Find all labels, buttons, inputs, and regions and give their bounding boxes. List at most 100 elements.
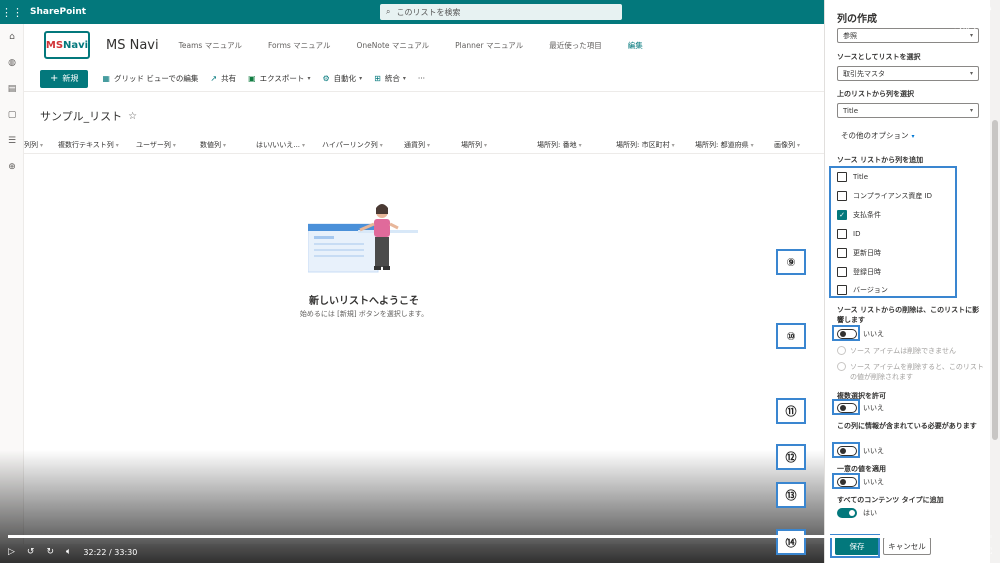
logo-ms: MS: [45, 39, 64, 51]
callout-11: ⑪: [776, 398, 806, 424]
nav-item[interactable]: OneNote マニュアル: [356, 40, 429, 51]
site-logo[interactable]: MS Navi: [44, 31, 90, 59]
captions-icon[interactable]: ▭: [933, 547, 942, 557]
command-bar: + 新規 ▦ グリッド ビューでの編集 ↗ 共有 ▣ エクスポート ▾ ⚙ 自動化 ▾ ⊞ 統…: [24, 66, 824, 92]
highlight-checkbox-group: [829, 166, 957, 298]
export-button[interactable]: ▣ エクスポート ▾: [248, 73, 310, 84]
column-header[interactable]: ユーザー列 ▾: [136, 140, 200, 150]
callout-10: ⑩: [776, 323, 806, 349]
source-column-select[interactable]: Title ▾: [837, 103, 979, 118]
highlight-delete-toggle: [832, 325, 860, 341]
nav-item[interactable]: Planner マニュアル: [455, 40, 523, 51]
callout-13: ⑬: [776, 482, 806, 508]
callout-9: ⑨: [776, 249, 806, 275]
empty-list-illustration: [308, 204, 418, 273]
lists-icon[interactable]: ☰: [0, 128, 24, 154]
highlight-unique-toggle: [832, 473, 860, 489]
chevron-down-icon: ▾: [969, 70, 973, 77]
nav-item[interactable]: Teams マニュアル: [179, 40, 242, 51]
column-header[interactable]: はい/いいえ... ▾: [256, 140, 322, 150]
app-launcher-icon[interactable]: ⋮⋮: [0, 0, 24, 24]
column-header[interactable]: 列列 ▾: [24, 140, 58, 150]
files-icon[interactable]: ▢: [0, 102, 24, 128]
play-icon[interactable]: ▷: [8, 547, 15, 557]
panel-title: 列の作成: [837, 14, 877, 25]
nav-item[interactable]: Forms マニュアル: [268, 40, 330, 51]
panel-scrollbar[interactable]: [990, 0, 1000, 563]
pip-icon[interactable]: ⧉: [969, 547, 975, 557]
video-progress-fill: [8, 535, 959, 538]
more-button[interactable]: ···: [418, 74, 425, 83]
column-header[interactable]: 画像列 ▾: [774, 140, 820, 150]
chevron-down-icon: ▾: [969, 32, 973, 39]
grid-edit-label: グリッド ビューでの編集: [113, 74, 199, 83]
nav-edit-link[interactable]: 編集: [628, 40, 643, 51]
video-progress-bar[interactable]: [8, 532, 992, 540]
toggle-state-label: いいえ: [863, 478, 884, 486]
forward-icon[interactable]: ↻: [46, 547, 54, 557]
list-title-text[interactable]: サンプル_リスト: [40, 108, 122, 124]
radio-label: ソース アイテムは削除できません: [850, 347, 956, 355]
integrate-label: 統合: [384, 74, 400, 83]
nav-item[interactable]: 最近使った項目: [549, 40, 602, 51]
list-title: サンプル_リスト ☆: [40, 108, 137, 124]
integrate-button[interactable]: ⊞ 統合 ▾: [374, 73, 406, 84]
automate-label: 自動化: [333, 74, 357, 83]
search-icon: ⌕: [386, 7, 391, 16]
column-header[interactable]: 複数行テキスト列 ▾: [58, 140, 136, 150]
fullscreen-icon[interactable]: ⛶: [986, 547, 992, 557]
home-icon[interactable]: ⌂: [0, 24, 24, 50]
search-input[interactable]: ⌕ このリストを検索: [380, 4, 622, 20]
share-label: 共有: [221, 74, 237, 83]
share-icon: ↗: [210, 74, 218, 83]
news-icon[interactable]: ▤: [0, 76, 24, 102]
new-button[interactable]: + 新規: [40, 69, 89, 88]
column-header[interactable]: 場所列: 番地 ▾: [537, 140, 616, 150]
column-header[interactable]: 数値列 ▾: [200, 140, 256, 150]
toggle-state-label: いいえ: [863, 404, 884, 412]
radio-label: ソース アイテムを削除すると、このリストの値が削除されます: [850, 363, 984, 381]
source-column-value: Title: [843, 106, 859, 115]
scrollbar-thumb[interactable]: [992, 120, 998, 440]
site-title[interactable]: MS Navi: [106, 38, 159, 53]
column-header[interactable]: 場所列 ▾: [461, 140, 537, 150]
chevron-down-icon: ▾: [359, 75, 363, 82]
logo-navi: Navi: [63, 39, 89, 51]
column-header[interactable]: 場所列: 市区町村 ▾: [616, 140, 695, 150]
gear-icon[interactable]: ⚙: [951, 547, 959, 557]
settings-icon: ⚙: [984, 4, 993, 15]
automate-button[interactable]: ⚙ 自動化 ▾: [322, 73, 362, 84]
column-header[interactable]: 場所列: 都道府県 ▾: [695, 140, 774, 150]
source-list-value: 取引先マスタ: [843, 69, 885, 78]
callout-12: ⑫: [776, 444, 806, 470]
integrate-icon: ⊞: [374, 74, 381, 83]
content-types-toggle-row[interactable]: はい: [837, 508, 877, 518]
column-header[interactable]: ハイパーリンク列 ▾: [322, 140, 404, 150]
column-header[interactable]: 通貨列 ▾: [404, 140, 461, 150]
column-type-value: 参照: [843, 31, 857, 40]
grid-edit-button[interactable]: ▦ グリッド ビューでの編集: [102, 73, 198, 84]
more-icon: ···: [417, 74, 426, 83]
video-help[interactable]: ヘルプ?: [954, 22, 987, 33]
video-time: 32:22 / 33:30: [83, 547, 138, 557]
video-progress-knob[interactable]: [954, 532, 963, 540]
share-button[interactable]: ↗ 共有: [210, 73, 236, 84]
welcome-title: 新しいリストへようこそ: [309, 296, 419, 307]
rewind-icon[interactable]: ↺: [27, 547, 35, 557]
required-label: この列に情報が含まれている必要があります: [837, 422, 977, 430]
site-nav: Teams マニュアル Forms マニュアル OneNote マニュアル Pl…: [179, 40, 669, 51]
radio-button: [837, 362, 846, 371]
suite-app-name[interactable]: SharePoint: [30, 7, 86, 17]
video-settings[interactable]: ビデオの設定 ⚙: [932, 4, 992, 15]
source-list-select[interactable]: 取引先マスタ ▾: [837, 66, 979, 81]
export-label: エクスポート: [259, 74, 305, 83]
content-types-toggle[interactable]: [837, 508, 857, 518]
chevron-down-icon: ▾: [402, 75, 406, 82]
globe-icon[interactable]: ◍: [0, 50, 24, 76]
more-options-link[interactable]: その他のオプション ▾: [841, 130, 915, 141]
volume-icon[interactable]: 🔈︎: [66, 547, 71, 557]
create-icon[interactable]: ⊕: [0, 154, 24, 180]
excel-icon: ▣: [248, 74, 256, 83]
favorite-star-icon[interactable]: ☆: [128, 111, 137, 122]
grid-icon: ▦: [102, 74, 110, 83]
